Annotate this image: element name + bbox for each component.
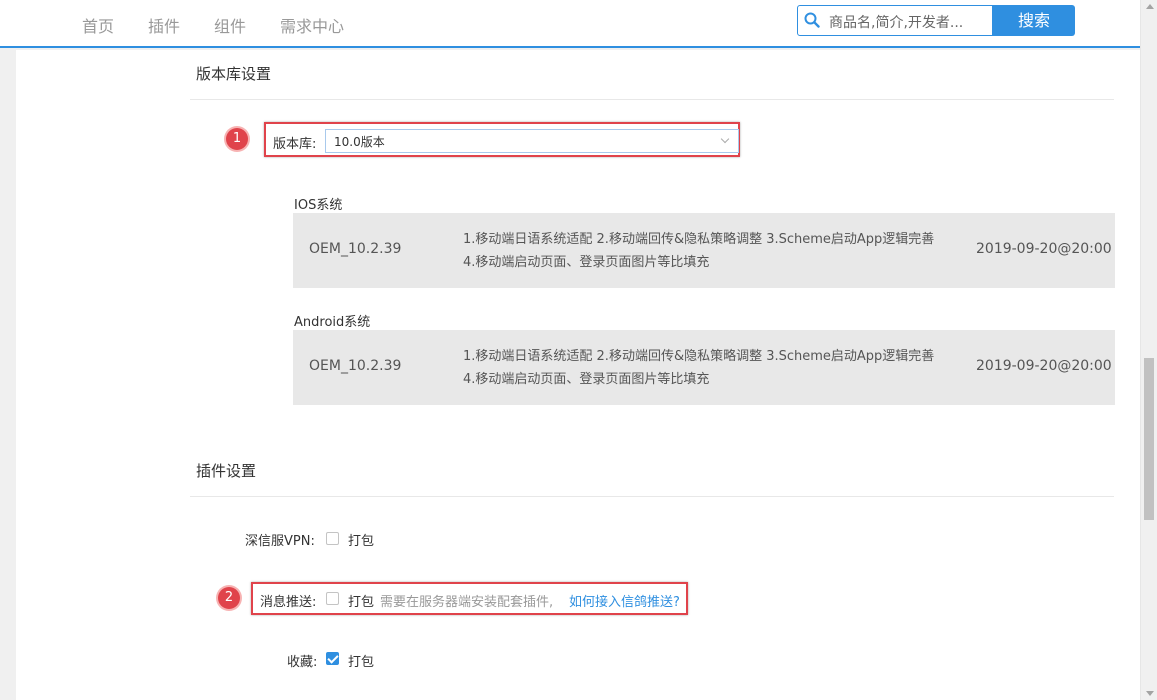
repo-version-select[interactable]: 10.0版本	[325, 129, 739, 153]
repo-section-divider	[190, 99, 1114, 100]
android-release-row: OEM_10.2.39 1.移动端日语系统适配 2.移动端回传&隐私策略调整 3…	[293, 330, 1115, 405]
ios-release-title: IOS系统	[294, 198, 343, 213]
push-option-label[interactable]: 打包	[348, 591, 374, 610]
vpn-label: 深信服VPN:	[245, 534, 315, 549]
release-notes: 1.移动端日语系统适配 2.移动端回传&隐私策略调整 3.Scheme启动App…	[463, 345, 934, 391]
search-button[interactable]: 搜索	[993, 5, 1075, 36]
favorite-label: 收藏:	[287, 655, 318, 670]
release-notes-line: 1.移动端日语系统适配 2.移动端回传&隐私策略调整 3.Scheme启动App…	[463, 349, 935, 364]
push-hint: 需要在服务器端安装配套插件,	[380, 595, 554, 610]
annotation-badge-2: 2	[218, 587, 240, 609]
vpn-option-label[interactable]: 打包	[348, 530, 374, 549]
push-help-link[interactable]: 如何接入信鸽推送?	[569, 591, 680, 610]
release-date: 2019-09-20@20:00	[976, 241, 1112, 257]
push-label: 消息推送:	[260, 595, 317, 610]
release-notes-line: 4.移动端启动页面、登录页面图片等比填充	[463, 255, 710, 270]
ios-release-row: OEM_10.2.39 1.移动端日语系统适配 2.移动端回传&隐私策略调整 3…	[293, 213, 1115, 288]
chevron-down-icon	[720, 134, 730, 144]
release-date: 2019-09-20@20:00	[976, 358, 1112, 374]
scroll-up-arrow-icon[interactable]	[1146, 4, 1154, 9]
favorite-package-checkbox[interactable]	[326, 652, 339, 665]
plugin-section-title: 插件设置	[196, 462, 257, 480]
nav-item-home[interactable]: 首页	[82, 13, 114, 37]
android-release-title: Android系统	[294, 315, 371, 330]
search-placeholder: 商品名,简介,开发者...	[829, 15, 964, 31]
repo-version-value: 10.0版本	[334, 135, 385, 149]
release-notes-line: 4.移动端启动页面、登录页面图片等比填充	[463, 372, 710, 387]
top-nav-bar: 首页 插件 组件 需求中心 商品名,简介,开发者... 搜索	[0, 0, 1140, 48]
release-notes-line: 1.移动端日语系统适配 2.移动端回传&隐私策略调整 3.Scheme启动App…	[463, 232, 935, 247]
nav-item-components[interactable]: 组件	[214, 13, 246, 37]
search-icon	[804, 12, 820, 28]
push-package-checkbox[interactable]	[326, 592, 339, 605]
settings-page: 版本库设置 1 版本库: 10.0版本 IOS系统 OEM_10.2.39 1.…	[16, 50, 1140, 700]
nav-item-plugins[interactable]: 插件	[148, 13, 180, 37]
release-notes: 1.移动端日语系统适配 2.移动端回传&隐私策略调整 3.Scheme启动App…	[463, 228, 934, 274]
release-version: OEM_10.2.39	[309, 241, 402, 257]
nav-item-requirements[interactable]: 需求中心	[280, 13, 344, 37]
search-input[interactable]: 商品名,简介,开发者...	[797, 5, 993, 36]
scrollbar-thumb[interactable]	[1144, 358, 1154, 520]
release-version: OEM_10.2.39	[309, 358, 402, 374]
vpn-package-checkbox[interactable]	[326, 532, 339, 545]
favorite-option-label[interactable]: 打包	[348, 651, 374, 670]
repo-section-title: 版本库设置	[196, 65, 272, 83]
annotation-badge-1: 1	[226, 128, 248, 150]
repo-label: 版本库:	[273, 137, 317, 152]
scroll-down-arrow-icon[interactable]	[1146, 691, 1154, 696]
vertical-scrollbar[interactable]	[1140, 0, 1157, 700]
plugin-section-divider	[190, 496, 1114, 497]
